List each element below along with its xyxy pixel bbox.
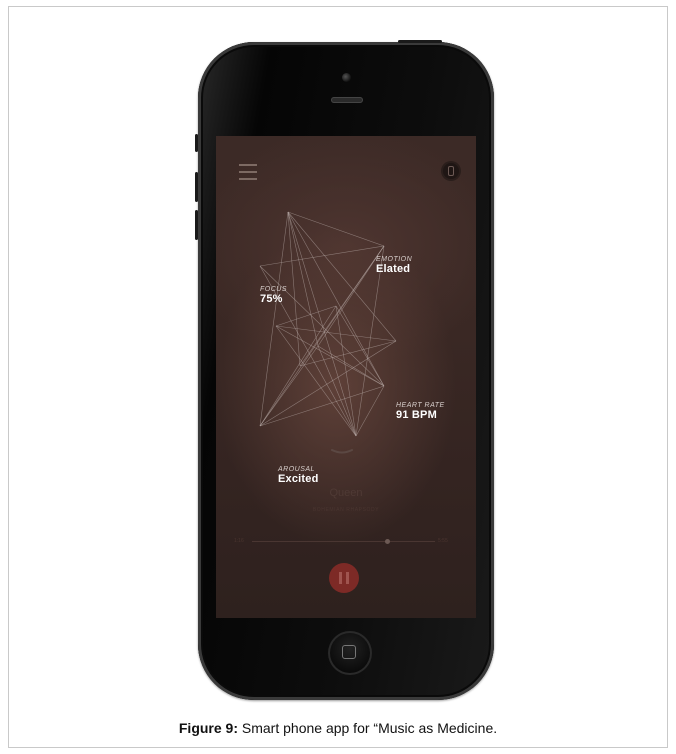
song-title: BOHEMIAN RHAPSODY bbox=[312, 507, 380, 513]
pause-button[interactable] bbox=[329, 563, 359, 593]
home-square-icon bbox=[342, 645, 356, 659]
arousal-metric: AROUSAL Excited bbox=[278, 466, 319, 485]
emotion-label: EMOTION bbox=[376, 256, 413, 263]
emotion-metric: EMOTION Elated bbox=[376, 256, 412, 275]
heart-rate-metric: HEART RATE 91 BPM bbox=[396, 402, 445, 421]
focus-label: FOCUS bbox=[260, 286, 287, 293]
figure-caption: Figure 9: Smart phone app for “Music as … bbox=[0, 720, 676, 736]
progress-knob[interactable] bbox=[384, 539, 390, 544]
heart-rate-value: 91 BPM bbox=[396, 409, 437, 421]
total-time: 5:55 bbox=[438, 538, 448, 544]
mute-switch bbox=[195, 134, 198, 152]
arousal-value: Excited bbox=[278, 473, 319, 485]
artist-name: Queen bbox=[329, 487, 363, 499]
elapsed-time: 1:16 bbox=[234, 538, 244, 544]
heart-rate-label: HEART RATE bbox=[396, 402, 445, 409]
home-button[interactable] bbox=[328, 631, 372, 675]
pause-icon bbox=[339, 572, 342, 584]
volume-up-button bbox=[195, 172, 198, 202]
caption-label: Figure 9: bbox=[178, 720, 238, 736]
focus-metric: FOCUS 75% bbox=[260, 286, 287, 305]
volume-down-button bbox=[195, 210, 198, 240]
emotion-value: Elated bbox=[376, 263, 411, 275]
biometric-web-graphic bbox=[259, 211, 397, 437]
arousal-label: AROUSAL bbox=[278, 466, 315, 473]
caption-text: Smart phone app for “Music as Medicine. bbox=[238, 720, 498, 736]
smartphone: EMOTION Elated FOCUS 75% HEART RATE 91 B… bbox=[195, 40, 494, 700]
app-screen: EMOTION Elated FOCUS 75% HEART RATE 91 B… bbox=[216, 136, 476, 618]
power-button bbox=[398, 40, 442, 43]
focus-value: 75% bbox=[260, 293, 283, 305]
front-camera bbox=[342, 73, 351, 82]
chevron-down-icon[interactable] bbox=[331, 449, 353, 455]
progress-track[interactable] bbox=[252, 541, 435, 542]
earpiece-speaker bbox=[331, 97, 363, 103]
